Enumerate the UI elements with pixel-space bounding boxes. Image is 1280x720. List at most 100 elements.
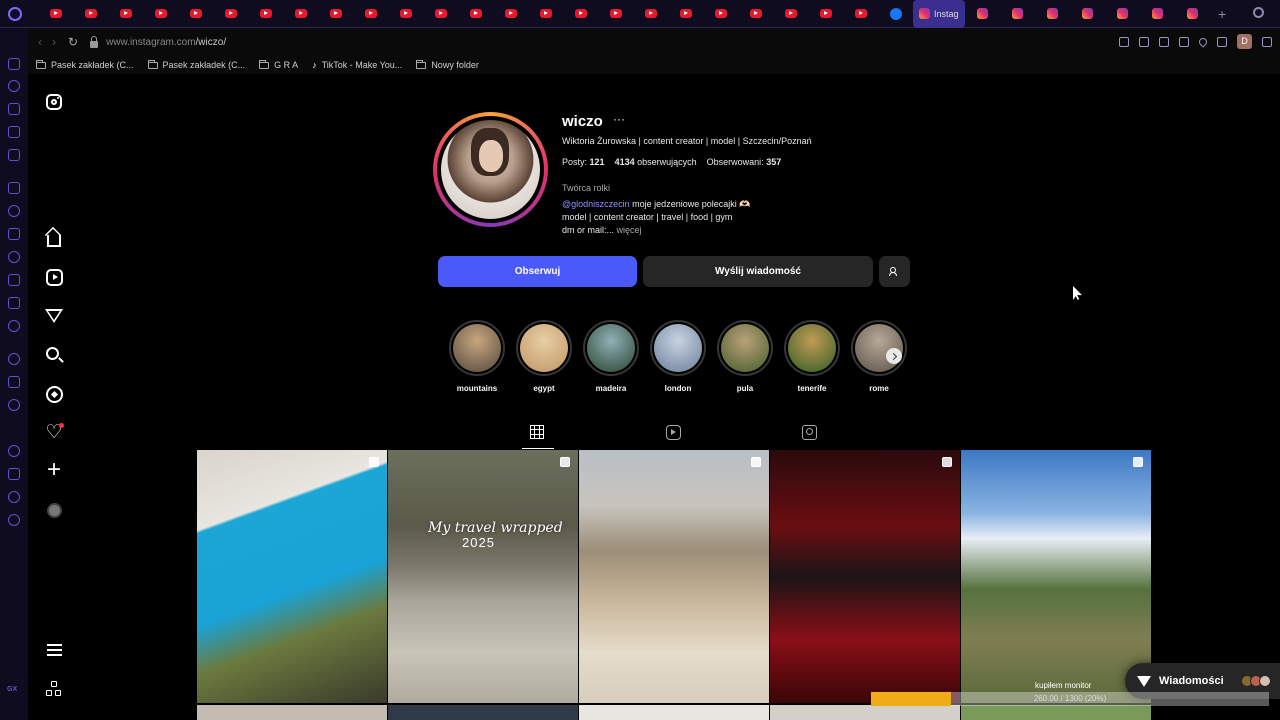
url-field[interactable]: www.instagram.com/wiczo/ bbox=[106, 37, 226, 48]
tab-youtube[interactable] bbox=[633, 0, 668, 28]
sidebar-history-icon[interactable] bbox=[8, 80, 20, 92]
shield-icon[interactable] bbox=[1159, 36, 1169, 47]
post-tile[interactable] bbox=[770, 450, 960, 703]
player-icon[interactable] bbox=[8, 376, 20, 388]
new-tab-icon[interactable]: + bbox=[1218, 6, 1226, 22]
tab-youtube[interactable] bbox=[423, 0, 458, 28]
lock-icon[interactable] bbox=[90, 35, 99, 48]
tab-instagram[interactable] bbox=[1140, 0, 1175, 28]
sidebar-mods-icon[interactable] bbox=[8, 103, 20, 115]
tab-instagram-active[interactable]: Instag bbox=[913, 0, 965, 28]
telegram-icon[interactable] bbox=[8, 228, 20, 240]
menu-icon[interactable] bbox=[44, 640, 64, 660]
heart-icon[interactable] bbox=[1197, 35, 1209, 48]
instagram-logo-icon[interactable] bbox=[44, 92, 64, 112]
send-message-button[interactable]: Wyślij wiadomość bbox=[643, 256, 873, 287]
music-icon[interactable] bbox=[8, 353, 20, 365]
vk-icon[interactable] bbox=[8, 320, 20, 332]
tab-facebook[interactable] bbox=[878, 0, 913, 28]
highlight-item[interactable]: madeira bbox=[583, 320, 639, 393]
downloads-icon[interactable] bbox=[8, 468, 20, 480]
tab-youtube[interactable] bbox=[773, 0, 808, 28]
messenger-icon[interactable] bbox=[8, 205, 20, 217]
post-tile-row2[interactable] bbox=[388, 705, 578, 720]
highlight-item[interactable]: london bbox=[650, 320, 706, 393]
profile-avatar[interactable]: D bbox=[1237, 34, 1252, 49]
tab-youtube[interactable] bbox=[353, 0, 388, 28]
highlight-item[interactable]: tenerife bbox=[784, 320, 840, 393]
favorites-icon[interactable] bbox=[8, 399, 20, 411]
discord-icon[interactable] bbox=[8, 297, 20, 309]
instagram-icon[interactable] bbox=[8, 251, 20, 263]
sidebar-wallpaper-icon[interactable] bbox=[8, 126, 20, 138]
post-tile[interactable] bbox=[961, 450, 1151, 703]
reload-icon[interactable]: ↻ bbox=[68, 35, 78, 49]
snapshot-icon[interactable] bbox=[1139, 36, 1149, 47]
bookmark-item[interactable]: ♪ TikTok - Make You... bbox=[312, 60, 402, 70]
tab-youtube[interactable] bbox=[563, 0, 598, 28]
home-icon[interactable] bbox=[44, 228, 64, 248]
tab-search-icon[interactable] bbox=[1253, 7, 1264, 18]
tab-youtube[interactable] bbox=[388, 0, 423, 28]
profile-picture-ring[interactable] bbox=[433, 112, 548, 227]
post-tile[interactable]: My travel wrapped 2025 bbox=[388, 450, 578, 703]
post-tile-row2[interactable] bbox=[770, 705, 960, 720]
tab-instagram[interactable] bbox=[1070, 0, 1105, 28]
highlight-item[interactable]: egypt bbox=[516, 320, 572, 393]
tab-youtube[interactable] bbox=[668, 0, 703, 28]
tab-posts[interactable] bbox=[522, 425, 554, 449]
post-tile[interactable] bbox=[197, 450, 387, 703]
forward-icon[interactable]: › bbox=[52, 35, 56, 49]
gx-label[interactable]: GX bbox=[7, 686, 17, 693]
post-tile[interactable] bbox=[579, 450, 769, 703]
followers-count[interactable]: 4134 obserwujących bbox=[615, 157, 697, 167]
tab-youtube[interactable] bbox=[248, 0, 283, 28]
post-tile-row2[interactable] bbox=[197, 705, 387, 720]
extensions-puzzle-icon[interactable] bbox=[1217, 36, 1227, 47]
bio-mention-link[interactable]: @glodniszczecin bbox=[562, 199, 630, 209]
tab-instagram[interactable] bbox=[1105, 0, 1140, 28]
tab-instagram[interactable] bbox=[965, 0, 1000, 28]
messages-icon[interactable] bbox=[44, 306, 64, 326]
tab-tagged[interactable] bbox=[802, 425, 818, 441]
create-plus-icon[interactable]: + bbox=[44, 458, 64, 482]
pin-icon[interactable] bbox=[1119, 36, 1129, 47]
bookmark-item[interactable]: Nowy folder bbox=[416, 59, 479, 70]
suggested-users-button[interactable] bbox=[879, 256, 910, 287]
tab-youtube[interactable] bbox=[493, 0, 528, 28]
sidebar-news-icon[interactable] bbox=[8, 149, 20, 161]
tab-youtube[interactable] bbox=[598, 0, 633, 28]
opera-logo-icon[interactable] bbox=[8, 6, 22, 21]
x-icon[interactable] bbox=[8, 274, 20, 286]
following-count[interactable]: Obserwowani: 357 bbox=[707, 157, 782, 167]
tab-reels[interactable] bbox=[666, 425, 682, 441]
back-icon[interactable]: ‹ bbox=[38, 35, 42, 49]
tab-instagram[interactable] bbox=[1035, 0, 1070, 28]
tab-instagram[interactable] bbox=[1175, 0, 1210, 28]
download-icon[interactable] bbox=[1262, 36, 1272, 47]
explore-icon[interactable] bbox=[44, 384, 64, 404]
tab-youtube[interactable] bbox=[38, 0, 73, 28]
profile-avatar-icon[interactable] bbox=[44, 500, 64, 520]
bookmark-item[interactable]: Pasek zakładek (C... bbox=[36, 59, 134, 70]
more-apps-icon[interactable] bbox=[44, 679, 64, 699]
tab-youtube[interactable] bbox=[283, 0, 318, 28]
more-options-icon[interactable]: ··· bbox=[613, 112, 625, 126]
twitch-icon[interactable] bbox=[8, 182, 20, 194]
follow-button[interactable]: Obserwuj bbox=[438, 256, 637, 287]
search-icon[interactable] bbox=[44, 345, 64, 365]
tab-youtube[interactable] bbox=[738, 0, 773, 28]
settings-icon[interactable] bbox=[8, 514, 20, 526]
notifications-heart-icon[interactable]: ♡ bbox=[44, 422, 64, 442]
tab-instagram[interactable] bbox=[1000, 0, 1035, 28]
bio-more-link[interactable]: więcej bbox=[614, 225, 642, 235]
tab-youtube[interactable] bbox=[808, 0, 843, 28]
clock-icon[interactable] bbox=[8, 445, 20, 457]
post-tile-row2[interactable] bbox=[961, 705, 1151, 720]
tab-youtube[interactable] bbox=[178, 0, 213, 28]
tab-youtube[interactable] bbox=[843, 0, 878, 28]
highlight-item[interactable]: pula bbox=[717, 320, 773, 393]
post-tile-row2[interactable] bbox=[579, 705, 769, 720]
tab-youtube[interactable] bbox=[143, 0, 178, 28]
tab-youtube[interactable] bbox=[213, 0, 248, 28]
